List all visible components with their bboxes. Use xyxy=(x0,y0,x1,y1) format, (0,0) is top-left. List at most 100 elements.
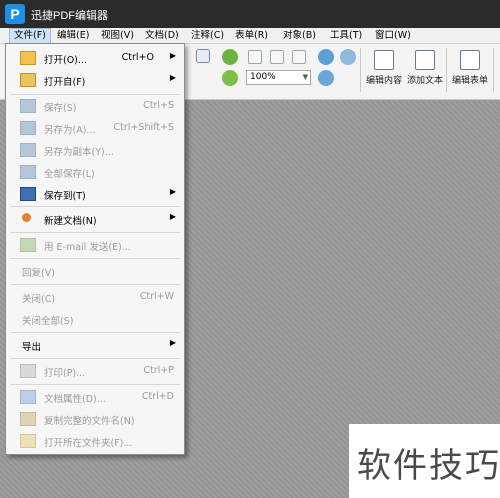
zoom-in-icon[interactable] xyxy=(318,49,334,65)
submenu-arrow-icon: ▶ xyxy=(169,73,176,82)
menu-item-email[interactable]: 用 E-mail 发送(E)... xyxy=(6,234,184,256)
submenu-arrow-icon: ▶ xyxy=(169,51,176,60)
menu-item-print[interactable]: 打印(P)... Ctrl+P xyxy=(6,360,184,382)
menu-item-revert[interactable]: 回复(V) xyxy=(6,260,184,282)
menu-separator xyxy=(10,206,180,207)
edit-content-button[interactable]: 编辑内容 xyxy=(362,48,406,96)
email-icon xyxy=(20,238,36,252)
menu-file[interactable]: 文件(F) xyxy=(9,28,51,44)
menu-item-label: 保存到(T) xyxy=(44,191,86,202)
menu-item-label: 复制完整的文件名(N) xyxy=(44,416,135,427)
save-all-icon xyxy=(20,165,36,179)
add-text-button[interactable]: 添加文本 xyxy=(403,48,447,96)
zoom-tool-icon[interactable] xyxy=(318,70,334,86)
chevron-down-icon[interactable]: ▼ xyxy=(303,71,308,84)
rotate-left-icon[interactable] xyxy=(222,49,238,65)
fit-page-icon[interactable] xyxy=(248,50,262,64)
menu-edit[interactable]: 编辑(E) xyxy=(53,28,93,44)
edit-form-icon xyxy=(460,50,480,70)
zoom-select[interactable]: 100% ▼ xyxy=(246,70,311,85)
menu-item-label: 打开(O)... xyxy=(44,55,87,66)
add-text-icon xyxy=(415,50,435,70)
menu-item-save-as[interactable]: 另存为(A)... Ctrl+Shift+S xyxy=(6,117,184,139)
copy-filename-icon xyxy=(20,412,36,426)
menu-item-shortcut: Ctrl+D xyxy=(141,391,174,402)
menu-item-label: 文档属性(D)... xyxy=(44,394,106,405)
menu-bar: 文件(F) 编辑(E) 视图(V) 文档(D) 注释(C) 表单(R) 对象(B… xyxy=(0,28,500,44)
menu-item-label: 全部保存(L) xyxy=(44,169,95,180)
menu-item-label: 关闭全部(S) xyxy=(22,316,74,327)
menu-item-label: 回复(V) xyxy=(22,268,55,279)
menu-item-label: 打开所在文件夹(F)... xyxy=(44,438,133,449)
watermark-text: 软件技巧 xyxy=(357,446,500,486)
menu-item-close-all[interactable]: 关闭全部(S) xyxy=(6,308,184,330)
save-as-icon xyxy=(20,121,36,135)
add-text-label: 添加文本 xyxy=(406,76,443,86)
menu-item-label: 关闭(C) xyxy=(22,294,56,305)
menu-item-shortcut: Ctrl+P xyxy=(143,365,174,376)
menu-separator xyxy=(10,358,180,359)
menu-item-copy-filename[interactable]: 复制完整的文件名(N) xyxy=(6,408,184,430)
edit-form-label: 编辑表单 xyxy=(451,76,488,86)
menu-document[interactable]: 文档(D) xyxy=(141,28,183,44)
zoom-out-icon[interactable] xyxy=(340,49,356,65)
save-to-icon xyxy=(20,187,36,201)
select-text-icon[interactable] xyxy=(196,49,210,63)
menu-window[interactable]: 窗口(W) xyxy=(371,28,415,44)
menu-item-export[interactable]: 导出 ▶ xyxy=(6,334,184,356)
menu-item-properties[interactable]: 文档属性(D)... Ctrl+D xyxy=(6,386,184,408)
menu-item-save[interactable]: 保存(S) Ctrl+S xyxy=(6,95,184,117)
menu-tools[interactable]: 工具(T) xyxy=(326,28,366,44)
save-copy-icon xyxy=(20,143,36,157)
edit-content-label: 编辑内容 xyxy=(365,76,402,86)
menu-item-close[interactable]: 关闭(C) Ctrl+W xyxy=(6,286,184,308)
toolbar-divider xyxy=(360,48,361,92)
menu-view[interactable]: 视图(V) xyxy=(97,28,138,44)
menu-item-label: 保存(S) xyxy=(44,103,77,114)
properties-icon xyxy=(20,390,36,404)
fit-visible-icon[interactable] xyxy=(270,50,284,64)
menu-item-save-to[interactable]: 保存到(T) ▶ xyxy=(6,183,184,205)
menu-item-shortcut: Ctrl+Shift+S xyxy=(113,122,174,133)
file-menu-dropdown: 打开(O)... Ctrl+O ▶ 打开自(F) ▶ 保存(S) Ctrl+S … xyxy=(5,43,185,455)
menu-item-shortcut: Ctrl+W xyxy=(139,291,174,302)
submenu-arrow-icon: ▶ xyxy=(169,187,176,196)
menu-comment[interactable]: 注释(C) xyxy=(187,28,228,44)
rotate-right-icon[interactable] xyxy=(222,70,238,86)
open-from-icon xyxy=(20,73,36,87)
open-folder-icon xyxy=(20,51,36,65)
menu-item-label: 打印(P)... xyxy=(44,368,86,379)
menu-item-open-folder[interactable]: 打开所在文件夹(F)... xyxy=(6,430,184,452)
window-title: 迅捷PDF编辑器 xyxy=(31,10,108,22)
menu-item-shortcut: Ctrl+S xyxy=(143,100,174,111)
submenu-arrow-icon: ▶ xyxy=(169,338,176,347)
menu-item-label: 新建文档(N) xyxy=(44,216,97,227)
menu-item-label: 另存为(A)... xyxy=(44,125,96,136)
new-document-icon xyxy=(22,213,31,222)
toolbar-divider xyxy=(446,48,447,92)
menu-separator xyxy=(10,384,180,385)
app-logo-icon: P xyxy=(5,4,25,24)
menu-item-label: 用 E-mail 发送(E)... xyxy=(44,242,131,253)
zoom-value: 100% xyxy=(250,72,276,82)
menu-object[interactable]: 对象(B) xyxy=(279,28,320,44)
menu-item-save-all[interactable]: 全部保存(L) xyxy=(6,161,184,183)
menu-item-open-from[interactable]: 打开自(F) ▶ xyxy=(6,69,184,91)
menu-separator xyxy=(10,332,180,333)
title-bar: P 迅捷PDF编辑器 xyxy=(0,0,500,28)
menu-form[interactable]: 表单(R) xyxy=(231,28,272,44)
menu-item-label: 另存为副本(Y)... xyxy=(44,147,114,158)
menu-item-new-document[interactable]: 新建文档(N) ▶ xyxy=(6,208,184,230)
save-icon xyxy=(20,99,36,113)
fit-width-icon[interactable] xyxy=(292,50,306,64)
submenu-arrow-icon: ▶ xyxy=(169,212,176,221)
menu-separator xyxy=(10,258,180,259)
menu-item-open[interactable]: 打开(O)... Ctrl+O ▶ xyxy=(6,47,184,69)
menu-item-shortcut: Ctrl+O xyxy=(121,52,154,63)
menu-separator xyxy=(10,232,180,233)
menu-item-label: 打开自(F) xyxy=(44,77,86,88)
menu-item-save-copy[interactable]: 另存为副本(Y)... xyxy=(6,139,184,161)
menu-separator xyxy=(10,284,180,285)
toolbar-divider xyxy=(493,48,494,92)
edit-form-button[interactable]: 编辑表单 xyxy=(448,48,492,96)
